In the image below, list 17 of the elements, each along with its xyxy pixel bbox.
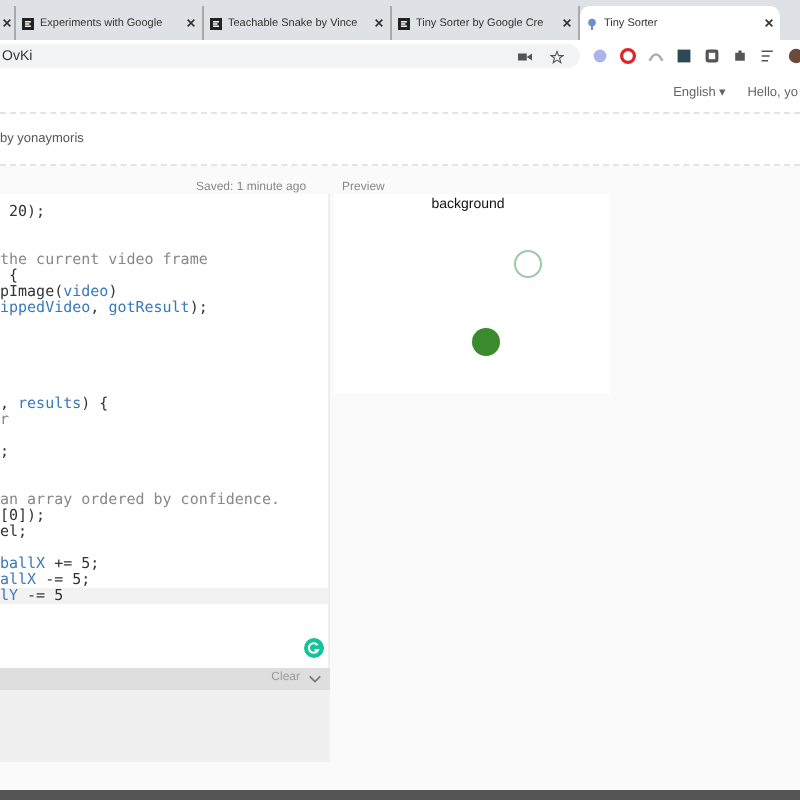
favicon-icon <box>398 17 410 29</box>
favicon-icon <box>22 17 34 29</box>
camera-icon[interactable] <box>518 49 532 63</box>
close-icon[interactable] <box>2 18 12 28</box>
close-icon[interactable] <box>186 18 196 28</box>
close-icon[interactable] <box>764 18 774 28</box>
close-icon[interactable] <box>374 18 384 28</box>
hollow-circle <box>514 250 542 278</box>
chevron-icon[interactable] <box>308 673 322 684</box>
star-icon[interactable] <box>550 49 564 63</box>
puzzle-icon[interactable] <box>732 48 748 64</box>
favicon-icon <box>210 17 222 29</box>
avatar-icon[interactable] <box>788 48 800 64</box>
playlist-icon[interactable] <box>760 48 776 64</box>
close-icon[interactable] <box>562 18 572 28</box>
filled-circle <box>472 328 500 356</box>
favicon-icon <box>586 17 598 29</box>
